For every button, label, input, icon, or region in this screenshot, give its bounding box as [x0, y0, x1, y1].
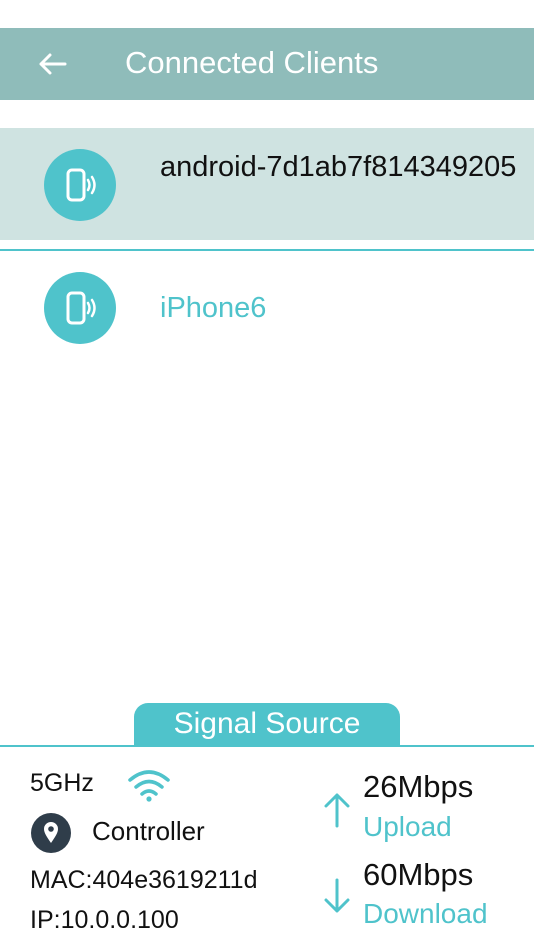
ip-address: IP:10.0.0.100: [30, 906, 179, 934]
download-speed: 60Mbps: [363, 857, 474, 892]
back-button[interactable]: [30, 44, 74, 84]
mac-address: MAC:404e3619211d: [30, 866, 258, 894]
connected-clients-screen: Connected Clients android-7d1ab7f8143492…: [0, 0, 534, 950]
client-name: iPhone6: [160, 292, 267, 324]
upload-label: Upload: [363, 811, 452, 842]
wifi-icon: [128, 770, 170, 802]
signal-source-divider: [0, 745, 534, 747]
download-label: Download: [363, 898, 488, 929]
client-row-iphone[interactable]: iPhone6: [0, 251, 534, 363]
phone-signal-icon: [44, 272, 116, 344]
upload-speed: 26Mbps: [363, 769, 474, 804]
arrow-left-icon: [39, 53, 67, 75]
device-role: Controller: [92, 816, 205, 846]
app-header: Connected Clients: [0, 28, 534, 100]
arrow-down-icon: [324, 878, 350, 913]
page-title: Connected Clients: [125, 45, 379, 80]
client-name: android-7d1ab7f814349205: [160, 151, 517, 183]
phone-signal-icon: [44, 149, 116, 221]
signal-source-tab: Signal Source: [134, 703, 400, 747]
client-row-android[interactable]: android-7d1ab7f814349205: [0, 128, 534, 240]
band-label: 5GHz: [30, 769, 94, 797]
arrow-up-icon: [324, 793, 350, 828]
location-pin-icon: [31, 813, 71, 853]
